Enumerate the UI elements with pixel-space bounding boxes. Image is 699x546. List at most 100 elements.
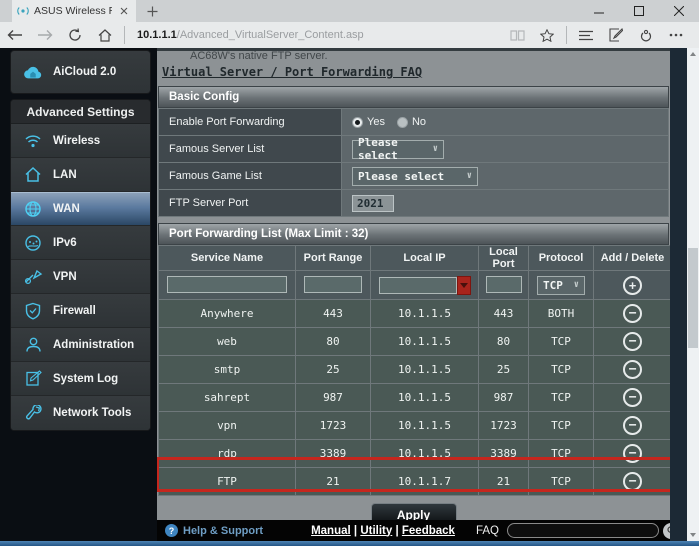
local-port-input[interactable] — [486, 276, 522, 293]
delete-entry-button[interactable]: − — [623, 332, 642, 351]
radio-unselected-icon[interactable] — [397, 117, 408, 128]
page-viewport: AiCloud 2.0 Advanced Settings Wireless L… — [0, 48, 699, 546]
sidebar-item-vpn[interactable]: VPN — [11, 260, 150, 294]
famous-game-list-select[interactable]: Please select ∨ — [352, 167, 478, 186]
sidebar-item-wireless[interactable]: Wireless — [11, 124, 150, 158]
sidebar-item-administration[interactable]: Administration — [11, 328, 150, 362]
ftp-server-port-input[interactable] — [352, 195, 394, 212]
cell-local-port: 3389 — [479, 440, 529, 468]
more-options-icon[interactable] — [661, 23, 691, 47]
globe-icon — [23, 200, 43, 218]
apply-button[interactable]: Apply — [371, 503, 457, 520]
radio-option-no[interactable]: No — [397, 116, 426, 128]
sidebar-item-firewall[interactable]: Firewall — [11, 294, 150, 328]
sidebar-item-system-log[interactable]: System Log — [11, 362, 150, 396]
protocol-select[interactable]: TCP ∨ — [537, 276, 585, 295]
toolbar-divider — [124, 26, 125, 44]
delete-entry-button[interactable]: − — [623, 360, 642, 379]
back-icon[interactable] — [0, 23, 30, 47]
scroll-up-icon[interactable] — [687, 48, 699, 60]
sidebar-item-label: Administration — [53, 339, 134, 351]
help-support-link[interactable]: Help & Support — [165, 524, 263, 537]
vertical-scrollbar[interactable] — [687, 48, 699, 541]
column-header: Protocol — [529, 246, 594, 271]
faq-link[interactable]: Virtual Server / Port Forwarding FAQ — [162, 65, 422, 79]
cell-local-ip: 10.1.1.7 — [371, 468, 479, 496]
radio-option-yes[interactable]: Yes — [352, 116, 385, 128]
sidebar-item-aicloud[interactable]: AiCloud 2.0 — [11, 51, 150, 93]
table-row: web 80 10.1.1.5 80 TCP − — [159, 328, 671, 356]
cell-service-name: FTP — [159, 468, 296, 496]
local-ip-input[interactable] — [379, 277, 457, 294]
select-value: TCP — [543, 279, 563, 292]
browser-toolbar: 10.1.1.1/Advanced_VirtualServer_Content.… — [0, 22, 699, 48]
web-note-icon[interactable] — [601, 23, 631, 47]
famous-server-list-select[interactable]: Please select ∨ — [352, 140, 444, 159]
footer-links: Manual | Utility | Feedback — [311, 525, 455, 537]
refresh-icon[interactable] — [60, 23, 90, 47]
cell-local-ip: 10.1.1.5 — [371, 300, 479, 328]
cell-protocol: TCP — [529, 412, 594, 440]
cell-local-port: 1723 — [479, 412, 529, 440]
delete-entry-button[interactable]: − — [623, 304, 642, 323]
delete-entry-button[interactable]: − — [623, 472, 642, 491]
advanced-settings-title: Advanced Settings — [11, 100, 150, 124]
tab-close-icon[interactable] — [117, 4, 131, 18]
cell-port-range: 443 — [296, 300, 371, 328]
maximize-button[interactable] — [619, 0, 659, 22]
radio-selected-icon[interactable] — [352, 117, 363, 128]
row-label: Famous Server List — [159, 136, 342, 163]
faq-label: FAQ — [476, 525, 499, 537]
port-range-input[interactable] — [304, 276, 362, 293]
sidebar-item-lan[interactable]: LAN — [11, 158, 150, 192]
feedback-link[interactable]: Feedback — [402, 525, 455, 537]
sidebar-item-network-tools[interactable]: Network Tools — [11, 396, 150, 430]
sidebar-item-wan[interactable]: WAN — [11, 192, 150, 226]
sidebar-item-label: System Log — [53, 373, 118, 385]
add-entry-button[interactable]: + — [623, 276, 642, 295]
vpn-key-icon — [23, 268, 43, 286]
home-icon[interactable] — [90, 23, 120, 47]
help-support-label: Help & Support — [183, 525, 263, 537]
manual-link[interactable]: Manual — [311, 525, 351, 537]
scrollbar-thumb[interactable] — [688, 248, 698, 348]
browser-tab[interactable]: ASUS Wireless Router R — [12, 0, 136, 22]
table-row-highlighted: FTP 21 10.1.1.7 21 TCP − — [159, 468, 671, 496]
advanced-settings-box: Advanced Settings Wireless LAN — [10, 99, 151, 431]
chevron-down-icon: ∨ — [574, 280, 579, 290]
cell-port-range: 1723 — [296, 412, 371, 440]
minimize-button[interactable] — [579, 0, 619, 22]
utility-link[interactable]: Utility — [360, 525, 392, 537]
delete-entry-button[interactable]: − — [623, 416, 642, 435]
delete-entry-button[interactable]: − — [623, 388, 642, 407]
address-bar[interactable]: 10.1.1.1/Advanced_VirtualServer_Content.… — [137, 29, 502, 41]
table-row: Famous Game List Please select ∨ — [159, 163, 669, 190]
cloud-icon — [23, 63, 43, 81]
cell-local-port: 25 — [479, 356, 529, 384]
delete-entry-button[interactable]: − — [623, 444, 642, 463]
hub-icon[interactable] — [571, 23, 601, 47]
close-button[interactable] — [659, 0, 699, 22]
service-name-input[interactable] — [167, 276, 287, 293]
new-tab-button[interactable] — [142, 2, 162, 20]
forward-icon[interactable] — [30, 23, 60, 47]
table-row: Enable Port Forwarding Yes No — [159, 109, 669, 136]
house-icon — [23, 166, 43, 184]
ip-dropdown-button[interactable] — [457, 276, 471, 295]
cell-protocol: TCP — [529, 328, 594, 356]
table-row: Anywhere 443 10.1.1.5 443 BOTH − — [159, 300, 671, 328]
faq-search-input[interactable] — [507, 523, 659, 538]
question-mark-icon — [165, 524, 178, 537]
column-header: Service Name — [159, 246, 296, 271]
sidebar-item-ipv6[interactable]: IPv6 — [11, 226, 150, 260]
share-icon[interactable] — [631, 23, 661, 47]
chevron-down-icon: ∨ — [433, 144, 438, 154]
scroll-down-icon[interactable] — [687, 529, 699, 541]
reading-view-icon[interactable] — [502, 23, 532, 47]
sidebar-item-label: AiCloud 2.0 — [53, 66, 116, 78]
favorites-star-icon[interactable] — [532, 23, 562, 47]
window-controls — [579, 0, 699, 22]
basic-config-header: Basic Config — [158, 86, 669, 108]
cell-service-name: rdp — [159, 440, 296, 468]
table-row: Famous Server List Please select ∨ — [159, 136, 669, 163]
